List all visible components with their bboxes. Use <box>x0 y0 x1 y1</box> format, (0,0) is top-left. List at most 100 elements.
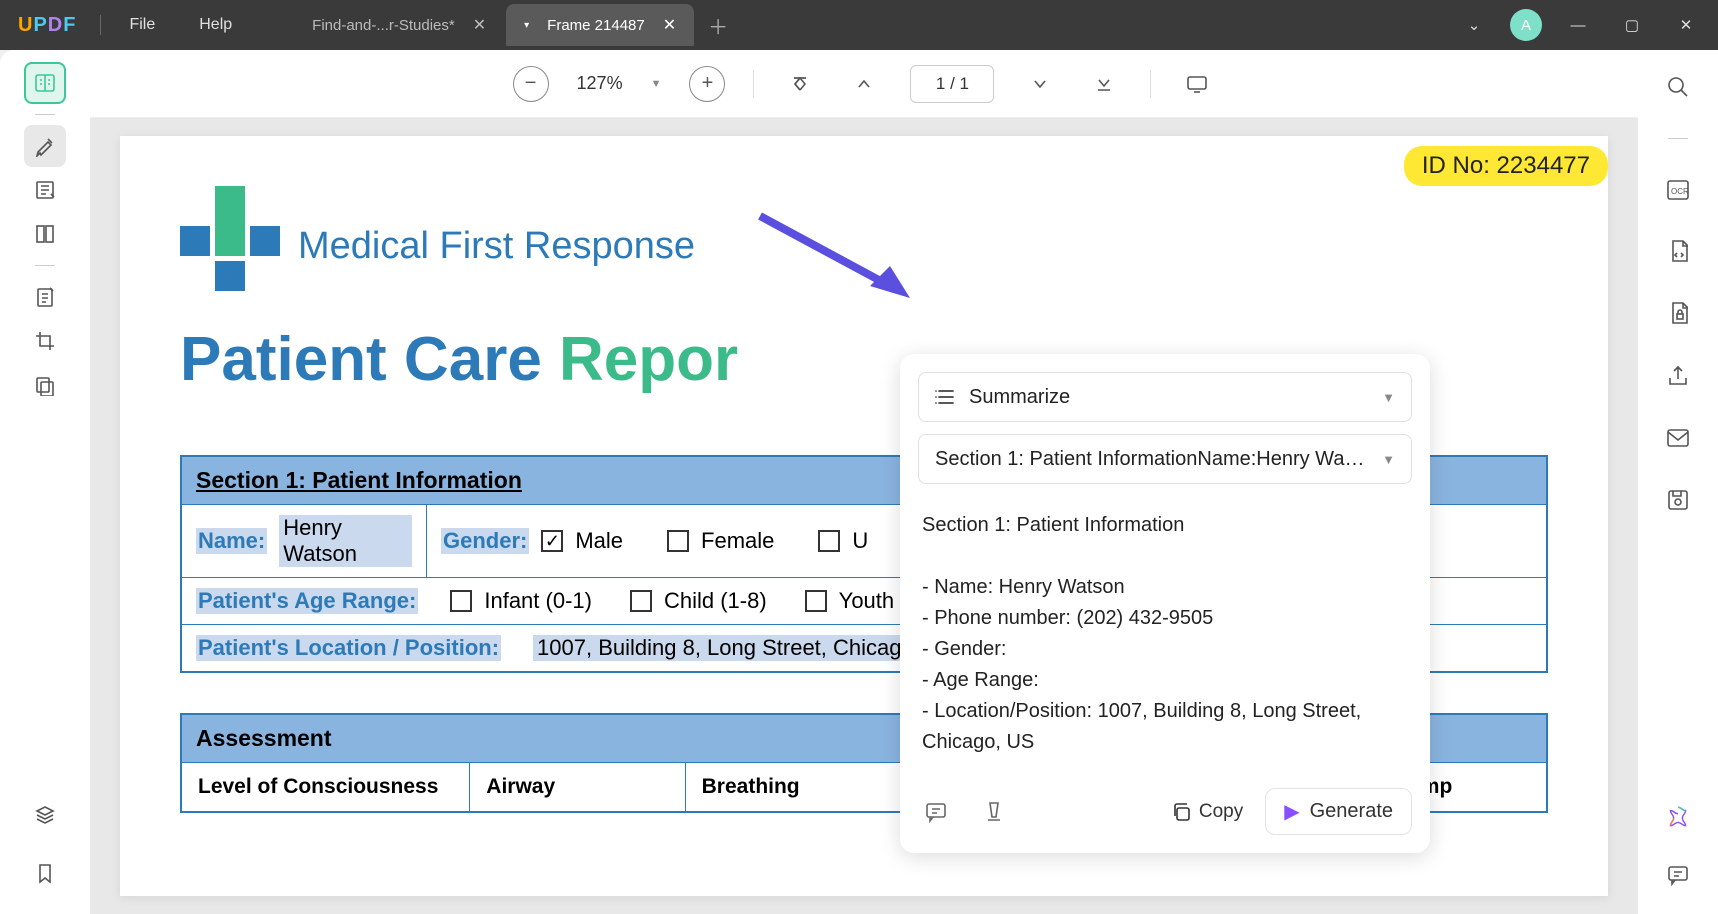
checkbox-unknown[interactable] <box>818 530 840 552</box>
menu-help[interactable]: Help <box>177 16 254 34</box>
gender-label: Gender: <box>441 528 529 554</box>
chevron-down-icon: ▼ <box>1382 452 1395 467</box>
checkbox-male[interactable]: ✓ <box>541 530 563 552</box>
prev-page-icon[interactable] <box>846 66 882 102</box>
search-icon[interactable] <box>1659 68 1697 106</box>
summary-body: Section 1: Patient Information - Name: H… <box>918 496 1412 772</box>
bookmark-icon[interactable] <box>24 852 66 894</box>
new-tab-button[interactable]: ＋ <box>696 11 740 40</box>
location-label: Patient's Location / Position: <box>196 635 501 661</box>
zoom-value: 127% <box>577 73 623 94</box>
separator <box>1668 138 1688 139</box>
gender-option: Male <box>575 528 623 554</box>
share-icon[interactable] <box>1659 357 1697 395</box>
minimize-button[interactable]: — <box>1560 7 1596 43</box>
next-page-icon[interactable] <box>1022 66 1058 102</box>
ai-popup: Summarize ▼ Section 1: Patient Informati… <box>900 354 1430 853</box>
menu-file[interactable]: File <box>107 16 177 34</box>
document-viewport[interactable]: ID No: 2234477 Medical First Response Pa… <box>90 118 1638 914</box>
id-badge: ID No: 2234477 <box>1404 146 1608 186</box>
tab-title: Frame 214487 <box>547 17 645 34</box>
ai-assistant-icon[interactable] <box>1659 798 1697 836</box>
age-label: Patient's Age Range: <box>196 588 418 614</box>
mode-select[interactable]: Summarize ▼ <box>918 372 1412 422</box>
presentation-icon[interactable] <box>1179 66 1215 102</box>
window-controls: ⌄ A — ▢ ✕ <box>1456 7 1718 43</box>
tab-title: Find-and-...r-Studies* <box>312 17 455 34</box>
checkbox-child[interactable] <box>630 590 652 612</box>
ocr-icon[interactable]: OCR <box>1659 171 1697 209</box>
list-icon <box>935 388 955 406</box>
last-page-icon[interactable] <box>1086 66 1122 102</box>
summary-line: - Location/Position: 1007, Building 8, L… <box>922 696 1408 758</box>
app-logo: UPDF <box>0 14 94 37</box>
play-icon: ▶ <box>1284 799 1299 824</box>
summary-title: Section 1: Patient Information <box>922 510 1408 541</box>
form-tool-icon[interactable] <box>24 276 66 318</box>
tab-indicator-icon: ▾ <box>524 20 529 31</box>
gender-option: U <box>852 528 868 554</box>
summary-line: - Phone number: (202) 432-9505 <box>922 603 1408 634</box>
mode-label: Summarize <box>969 386 1070 409</box>
reader-mode-icon[interactable] <box>24 62 66 104</box>
name-value: Henry Watson <box>279 515 412 567</box>
close-button[interactable]: ✕ <box>1668 7 1704 43</box>
zoom-out-button[interactable]: − <box>513 66 549 102</box>
edit-text-icon[interactable] <box>24 169 66 211</box>
location-value: 1007, Building 8, Long Street, Chicago, … <box>533 635 961 661</box>
separator <box>1150 70 1151 98</box>
svg-text:OCR: OCR <box>1671 187 1689 196</box>
avatar[interactable]: A <box>1510 9 1542 41</box>
titlebar: UPDF File Help Find-and-...r-Studies* ✕ … <box>0 0 1718 50</box>
chevron-down-icon[interactable]: ⌄ <box>1456 7 1492 43</box>
highlight-tool-icon[interactable] <box>24 125 66 167</box>
context-select[interactable]: Section 1: Patient InformationName:Henry… <box>918 434 1412 484</box>
summary-line: - Name: Henry Watson <box>922 572 1408 603</box>
context-text: Section 1: Patient InformationName:Henry… <box>935 448 1368 471</box>
maximize-button[interactable]: ▢ <box>1614 7 1650 43</box>
chevron-down-icon: ▼ <box>1382 390 1395 405</box>
checkbox-infant[interactable] <box>450 590 472 612</box>
separator <box>100 15 101 35</box>
generate-button[interactable]: ▶ Generate <box>1265 788 1412 835</box>
summary-line: - Gender: <box>922 634 1408 665</box>
checkbox-female[interactable] <box>667 530 689 552</box>
tab-strip: Find-and-...r-Studies* ✕ ▾ Frame 214487 … <box>294 0 740 50</box>
tab-inactive[interactable]: Find-and-...r-Studies* ✕ <box>294 4 504 46</box>
highlight-icon[interactable] <box>976 794 1012 830</box>
first-page-icon[interactable] <box>782 66 818 102</box>
summary-line: - Age Range: <box>922 665 1408 696</box>
separator <box>35 265 55 266</box>
page-input[interactable]: 1 / 1 <box>910 65 994 103</box>
gender-option: Female <box>701 528 774 554</box>
age-option: Infant (0-1) <box>484 588 592 614</box>
checkbox-youth[interactable] <box>805 590 827 612</box>
zoom-in-button[interactable]: + <box>689 66 725 102</box>
copy-button[interactable]: Copy <box>1171 801 1243 823</box>
arrow-annotation-icon <box>750 206 920 306</box>
convert-icon[interactable] <box>1659 233 1697 271</box>
company-name: Medical First Response <box>298 225 695 268</box>
page-layout-icon[interactable] <box>24 213 66 255</box>
protect-icon[interactable] <box>1659 295 1697 333</box>
email-icon[interactable] <box>1659 419 1697 457</box>
age-option: Child (1-8) <box>664 588 767 614</box>
save-icon[interactable] <box>1659 481 1697 519</box>
comments-panel-icon[interactable] <box>1659 856 1697 894</box>
layers-icon[interactable] <box>24 794 66 836</box>
redact-tool-icon[interactable] <box>24 364 66 406</box>
tab-active[interactable]: ▾ Frame 214487 ✕ <box>506 4 694 46</box>
crop-tool-icon[interactable] <box>24 320 66 362</box>
company-logo-icon <box>180 186 280 306</box>
separator <box>753 70 754 98</box>
assess-col: Breathing <box>686 763 901 811</box>
right-toolbar: OCR <box>1638 50 1718 914</box>
close-icon[interactable]: ✕ <box>473 15 486 35</box>
view-toolbar: − 127% ▼ + 1 / 1 <box>90 50 1638 118</box>
zoom-dropdown-icon[interactable]: ▼ <box>651 78 662 90</box>
comment-icon[interactable] <box>918 794 954 830</box>
left-toolbar <box>0 50 90 914</box>
name-label: Name: <box>196 528 267 554</box>
close-icon[interactable]: ✕ <box>663 15 676 35</box>
assess-col: Level of Consciousness <box>182 763 470 811</box>
